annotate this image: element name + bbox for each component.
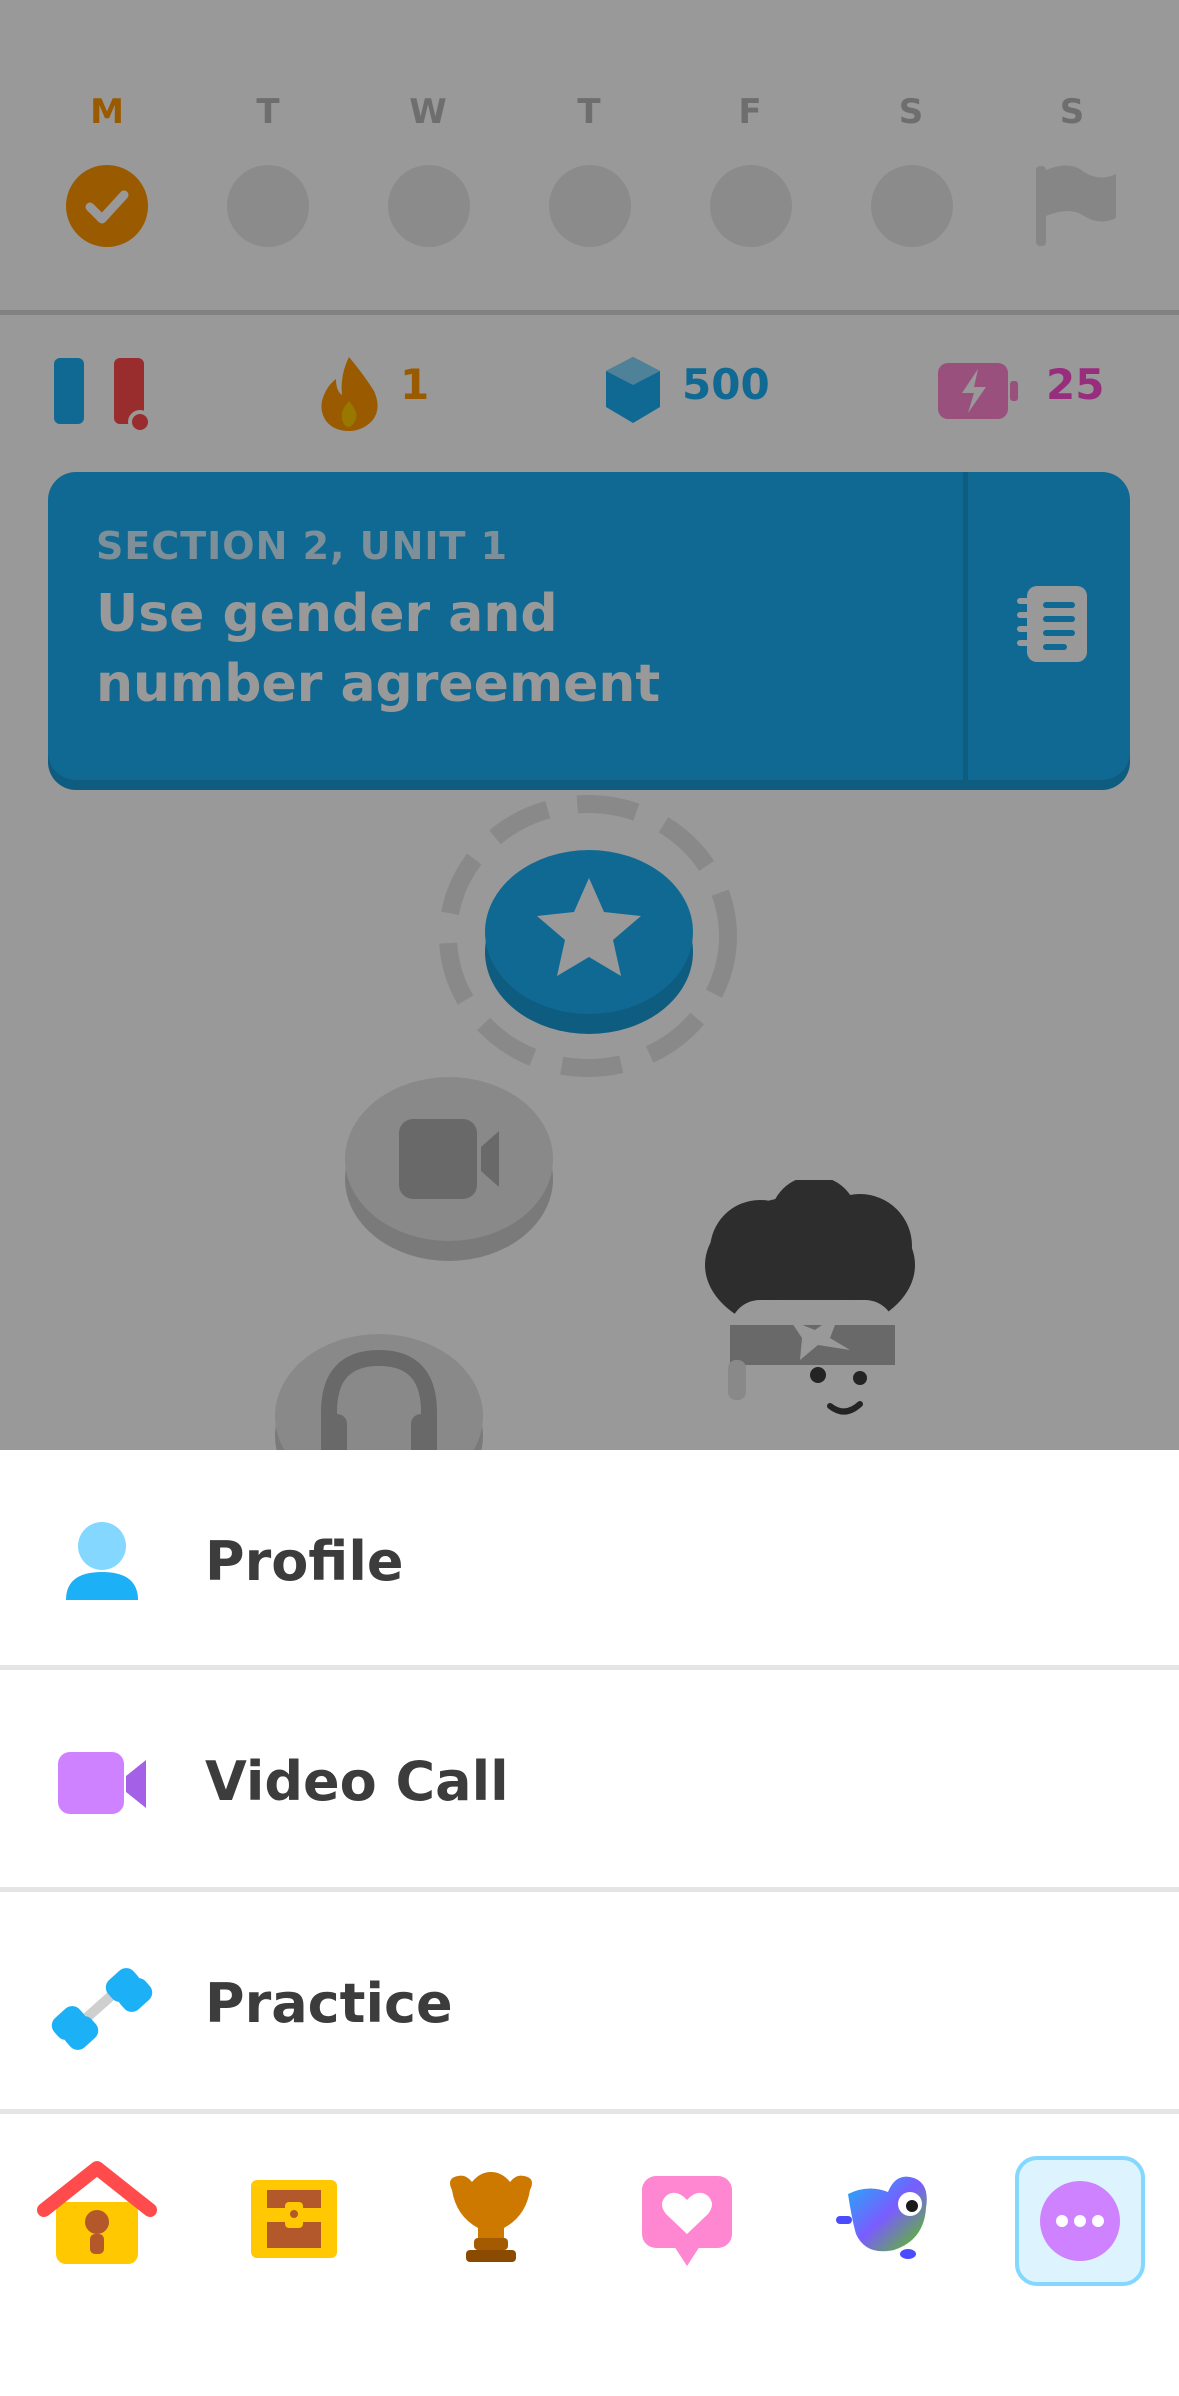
menu-label-video-call: Video Call	[205, 1750, 509, 1813]
menu-item-profile[interactable]: Profile	[0, 1450, 1179, 1670]
menu-label-profile: Profile	[205, 1530, 404, 1593]
menu-item-video-call[interactable]: Video Call	[0, 1670, 1179, 1890]
more-icon[interactable]	[1015, 2156, 1145, 2286]
menu-label-practice: Practice	[205, 1972, 453, 2035]
dumbbell-icon	[50, 1952, 154, 2056]
leaderboard-icon[interactable]	[426, 2154, 556, 2284]
heart-message-icon[interactable]	[622, 2154, 752, 2284]
chest-icon[interactable]	[229, 2154, 359, 2284]
bottom-nav-bar	[0, 2114, 1179, 2396]
home-icon[interactable]	[32, 2154, 162, 2284]
profile-icon	[50, 1510, 154, 1614]
modal-scrim[interactable]	[0, 0, 1179, 1450]
duo-bird-icon[interactable]	[818, 2154, 948, 2284]
menu-item-practice[interactable]: Practice	[0, 1892, 1179, 2112]
video-camera-icon	[50, 1730, 154, 1834]
